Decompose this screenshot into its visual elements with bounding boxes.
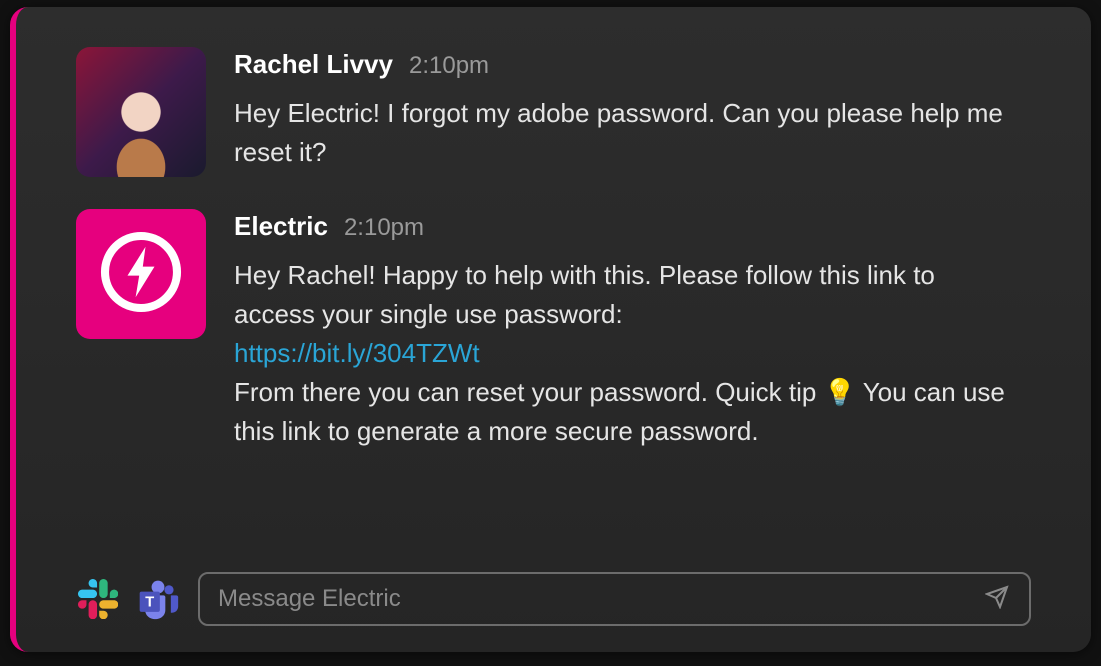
message-content: Rachel Livvy 2:10pm Hey Electric! I forg… — [234, 47, 1031, 172]
send-button[interactable] — [983, 585, 1011, 613]
slack-icon[interactable] — [76, 577, 120, 621]
message-timestamp: 2:10pm — [409, 52, 489, 80]
chat-window: Rachel Livvy 2:10pm Hey Electric! I forg… — [10, 7, 1091, 652]
message-body: Hey Rachel! Happy to help with this. Ple… — [234, 256, 1014, 451]
user-avatar[interactable] — [76, 47, 206, 177]
teams-icon[interactable]: T — [136, 577, 180, 621]
svg-text:T: T — [145, 594, 154, 610]
composer-row: T — [76, 572, 1031, 632]
password-reset-link[interactable]: https://bit.ly/304TZWt — [234, 338, 480, 368]
message-timestamp: 2:10pm — [344, 214, 424, 242]
lightbulb-icon: 💡 — [824, 373, 856, 412]
integration-icons: T — [76, 577, 180, 621]
message-composer[interactable] — [198, 572, 1031, 626]
message-item: Rachel Livvy 2:10pm Hey Electric! I forg… — [76, 47, 1031, 177]
sender-name[interactable]: Electric — [234, 211, 328, 242]
message-content: Electric 2:10pm Hey Rachel! Happy to hel… — [234, 209, 1031, 451]
sender-name[interactable]: Rachel Livvy — [234, 49, 393, 80]
message-header: Electric 2:10pm — [234, 211, 1031, 242]
bot-avatar[interactable] — [76, 209, 206, 339]
message-input[interactable] — [218, 585, 971, 613]
messages-list: Rachel Livvy 2:10pm Hey Electric! I forg… — [76, 47, 1031, 572]
message-text: Hey Rachel! Happy to help with this. Ple… — [234, 260, 935, 329]
send-icon — [985, 585, 1009, 614]
message-text: From there you can reset your password. … — [234, 377, 824, 407]
message-header: Rachel Livvy 2:10pm — [234, 49, 1031, 80]
electric-bolt-icon — [96, 227, 186, 322]
message-body: Hey Electric! I forgot my adobe password… — [234, 94, 1014, 172]
message-item: Electric 2:10pm Hey Rachel! Happy to hel… — [76, 209, 1031, 451]
